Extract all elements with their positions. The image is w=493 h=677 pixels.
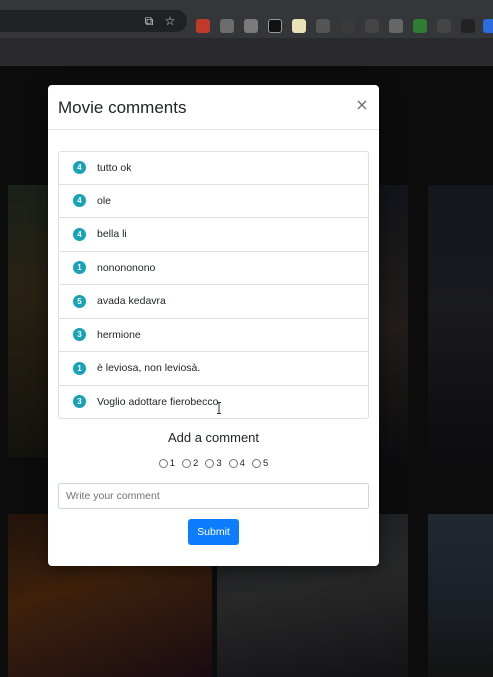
extension-icon-2[interactable]: [220, 19, 234, 33]
rating-radio-1[interactable]: 1: [158, 458, 176, 469]
camera-icon[interactable]: [389, 19, 403, 33]
add-comment-heading: Add a comment: [167, 430, 260, 445]
radio-label: 3: [216, 458, 222, 469]
text-cursor-icon: [217, 402, 221, 414]
extension-icon-4[interactable]: [268, 19, 282, 33]
list-item: 3 hermione: [58, 318, 369, 352]
comment-text: ole: [97, 194, 112, 207]
extension-icon-11[interactable]: [437, 19, 451, 33]
extension-icon-3[interactable]: [244, 19, 258, 33]
radio-label: 2: [193, 458, 199, 469]
extension-icon-1[interactable]: [196, 19, 210, 33]
radio-circle-icon[interactable]: [158, 459, 168, 468]
list-item: 1 nonononono: [58, 251, 369, 285]
rating-radio-3[interactable]: 3: [205, 458, 222, 469]
radio-circle-icon[interactable]: [205, 459, 215, 468]
bookmark-star-icon[interactable]: ☆: [163, 14, 177, 28]
list-item: 4 tutto ok: [58, 151, 369, 185]
comments-modal: Movie comments × 4 tutto ok 4 ole 4 bell…: [48, 85, 379, 566]
extension-icon-10[interactable]: [413, 19, 427, 33]
rating-badge: 5: [73, 294, 86, 308]
comment-text: tutto ok: [97, 161, 132, 174]
extension-icon-5[interactable]: [292, 19, 306, 33]
list-item: 5 avada kedavra: [58, 285, 369, 319]
install-app-icon[interactable]: ⧉: [142, 14, 156, 28]
extension-icon-13[interactable]: [483, 19, 493, 33]
modal-header: Movie comments ×: [48, 85, 379, 130]
gear-icon[interactable]: [316, 19, 330, 33]
comment-text: nonononono: [97, 261, 156, 274]
extension-icon-8[interactable]: [365, 19, 379, 33]
radio-label: 1: [169, 458, 176, 469]
submit-button[interactable]: Submit: [188, 519, 239, 545]
rating-radio-2[interactable]: 2: [182, 458, 198, 469]
rating-radio-4[interactable]: 4: [228, 458, 245, 469]
radio-circle-icon[interactable]: [182, 459, 192, 468]
radio-circle-icon[interactable]: [251, 459, 261, 468]
rating-badge: 4: [73, 227, 86, 241]
eyedropper-icon[interactable]: [341, 19, 355, 33]
rating-badge: 1: [73, 261, 86, 275]
modal-title: Movie comments: [58, 98, 187, 117]
list-item: 3 Voglio adottare fierobecco: [58, 385, 369, 419]
list-item: 4 ole: [58, 184, 369, 218]
rating-badge: 3: [73, 328, 86, 342]
radio-label: 5: [262, 458, 269, 469]
m-logo-icon[interactable]: [461, 19, 475, 33]
radio-circle-icon[interactable]: [228, 459, 238, 468]
list-item: 4 bella li: [58, 218, 369, 252]
rating-radio-5[interactable]: 5: [251, 458, 269, 469]
rating-badge: 4: [73, 161, 86, 175]
page-top-bar: [0, 38, 493, 66]
comment-text: è leviosa, non leviosà.: [97, 362, 201, 375]
comment-list: 4 tutto ok 4 ole 4 bella li 1 nonononono…: [58, 151, 369, 419]
comment-input[interactable]: [58, 483, 369, 509]
rating-badge: 3: [73, 395, 86, 409]
rating-radio-group: 1 2 3 4 5: [48, 458, 379, 469]
rating-badge: 1: [73, 361, 86, 375]
browser-toolbar: ⧉ ☆: [0, 0, 493, 38]
radio-label: 4: [239, 458, 245, 469]
close-button[interactable]: ×: [355, 96, 369, 114]
list-item: 1 è leviosa, non leviosà.: [58, 352, 369, 386]
comment-text: bella li: [97, 228, 127, 241]
comment-text: hermione: [97, 328, 141, 341]
comment-text: avada kedavra: [97, 295, 166, 308]
rating-badge: 4: [73, 194, 86, 208]
address-bar[interactable]: [0, 10, 187, 32]
comment-text: Voglio adottare fierobecco: [97, 395, 219, 408]
